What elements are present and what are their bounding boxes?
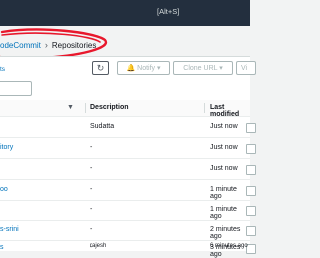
breadcrumb-codecommit-link[interactable]: odeCommit — [0, 41, 41, 50]
repository-description: - — [90, 165, 93, 172]
repository-last-modified: 6 minutes ago — [210, 243, 248, 249]
repository-description: - — [90, 206, 93, 213]
row-checkbox[interactable] — [246, 186, 256, 196]
repository-last-modified: 1 minute ago — [210, 206, 237, 220]
repository-description: Sudatta — [90, 123, 115, 130]
table-header: ▼ Description Last modified — [0, 100, 250, 118]
table-row: oo - 1 minute ago — [0, 180, 256, 201]
repository-description: - — [90, 186, 93, 193]
table-row: - 1 minute ago — [0, 200, 256, 221]
column-divider — [204, 103, 205, 113]
top-navigation-bar: [Alt+S] — [0, 0, 250, 26]
refresh-button[interactable]: ↻ — [92, 61, 109, 75]
column-header-last-modified[interactable]: Last modified — [210, 104, 250, 118]
column-header-description[interactable]: Description — [90, 104, 129, 111]
row-checkbox[interactable] — [246, 144, 256, 154]
chevron-right-icon: › — [44, 40, 48, 50]
repository-name-link[interactable]: itory — [0, 144, 13, 151]
repository-name-link[interactable]: oo — [0, 186, 8, 193]
row-checkbox[interactable] — [246, 206, 256, 216]
table-row: - Just now — [0, 159, 256, 180]
search-input[interactable] — [0, 81, 32, 96]
repository-last-modified: Just now — [210, 165, 238, 172]
clone-url-button[interactable]: Clone URL ▾ — [173, 61, 233, 75]
notify-button[interactable]: 🔔 Notify ▾ — [117, 61, 170, 75]
repository-last-modified: Just now — [210, 123, 238, 130]
column-divider — [85, 103, 86, 113]
panel-title: ts — [0, 66, 6, 73]
row-checkbox[interactable] — [246, 226, 256, 236]
table-row: itory - Just now — [0, 138, 256, 159]
refresh-icon: ↻ — [96, 63, 105, 73]
repository-last-modified: Just now — [210, 144, 238, 151]
repository-description: - — [90, 226, 93, 233]
breadcrumb-current: Repositories — [51, 40, 97, 50]
breadcrumb: odeCommit › Repositories — [0, 37, 96, 53]
repository-name-link[interactable]: s-srini — [0, 226, 19, 233]
table-row: Sudatta Just now — [0, 117, 256, 138]
sort-descending-icon[interactable]: ▼ — [67, 104, 74, 111]
view-repository-button[interactable]: Vi — [236, 61, 256, 75]
repository-description: rajesh — [90, 243, 107, 249]
row-checkbox[interactable] — [246, 123, 256, 133]
search-shortcut-hint: [Alt+S] — [157, 7, 180, 16]
table-row: rajesh 6 minutes ago — [0, 243, 250, 250]
row-checkbox[interactable] — [246, 165, 256, 175]
repository-last-modified: 1 minute ago — [210, 186, 237, 200]
repository-description: - — [90, 144, 93, 151]
